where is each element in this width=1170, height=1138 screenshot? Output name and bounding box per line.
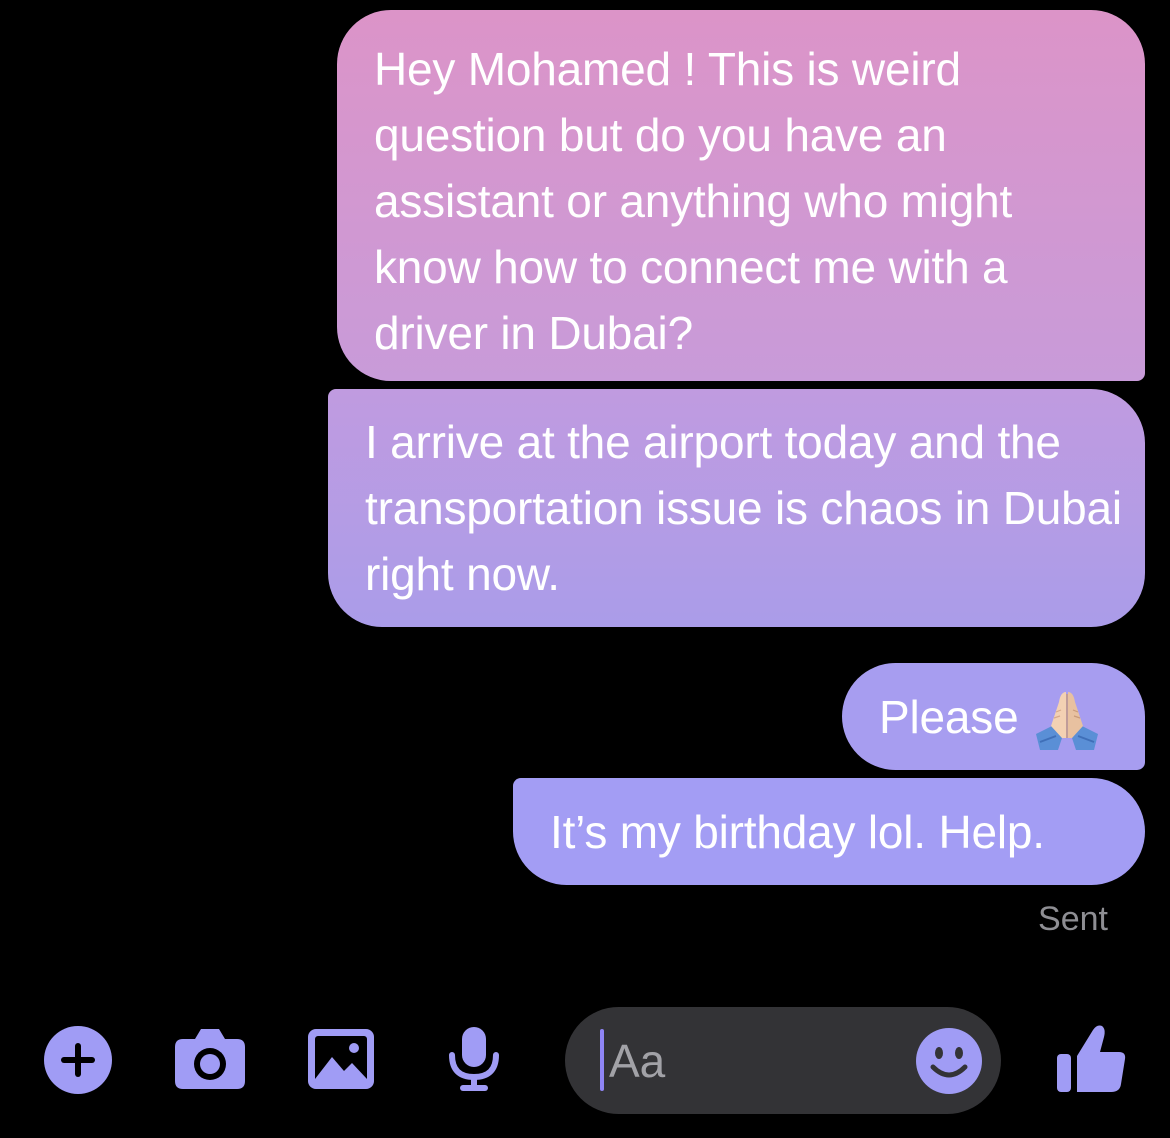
message-bubble[interactable]: Hey Mohamed ! This is weird question but…	[337, 10, 1145, 381]
thumbs-up-icon[interactable]	[1055, 1022, 1127, 1094]
plus-circle-icon[interactable]	[44, 1026, 112, 1094]
message-text: Please	[879, 691, 1019, 743]
message-input-placeholder: Aa	[609, 1035, 666, 1087]
message-bubble[interactable]: Please	[842, 663, 1145, 770]
message-text: It’s my birthday lol. Help.	[550, 806, 1045, 858]
delivery-status: Sent	[1038, 900, 1108, 938]
message-text: Hey Mohamed ! This is weird question but…	[374, 43, 1013, 359]
microphone-icon[interactable]	[446, 1025, 502, 1093]
folded-hands-icon	[1036, 692, 1099, 750]
smiley-icon[interactable]	[915, 1027, 983, 1095]
chat-thread: Hey Mohamed ! This is weird question but…	[0, 0, 1170, 1138]
message-bubble[interactable]: I arrive at the airport today and the tr…	[328, 389, 1145, 627]
message-input[interactable]: Aa	[565, 1007, 1001, 1114]
message-bubble[interactable]: It’s my birthday lol. Help.	[513, 778, 1145, 885]
message-text: I arrive at the airport today and the tr…	[365, 416, 1122, 600]
photo-icon[interactable]	[306, 1027, 376, 1091]
text-cursor	[600, 1029, 604, 1091]
camera-icon[interactable]	[173, 1027, 247, 1091]
